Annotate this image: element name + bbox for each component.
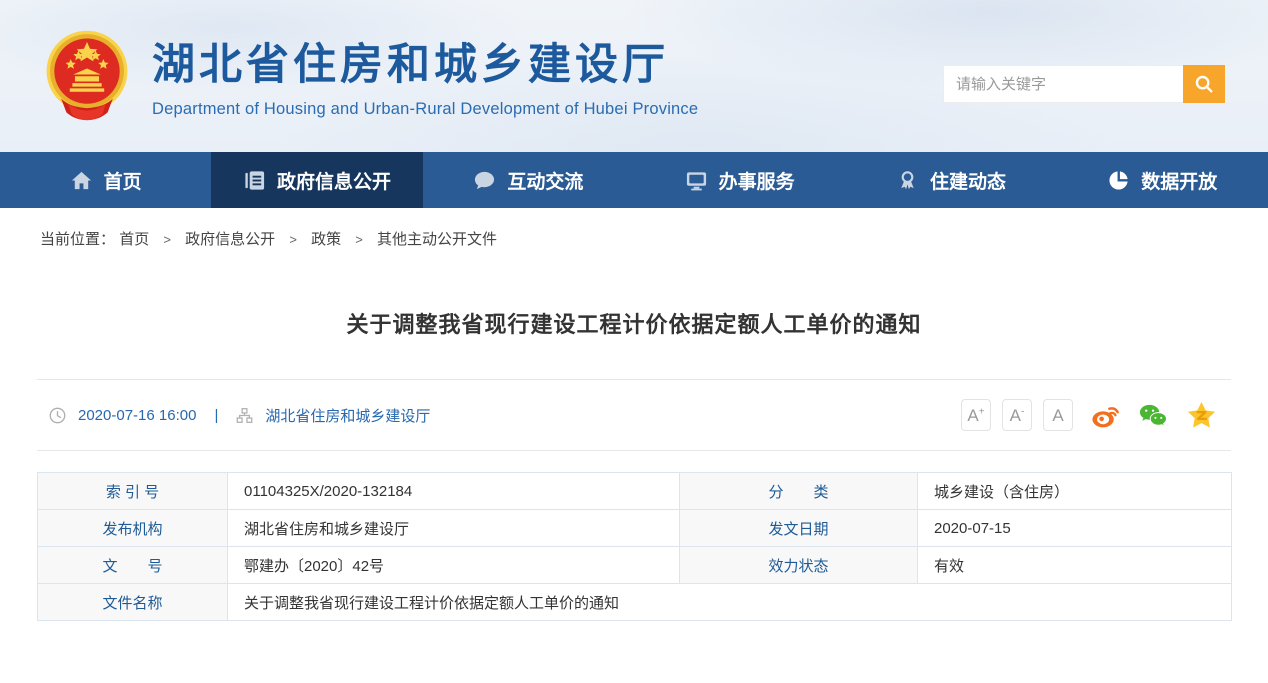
- search-icon: [1193, 73, 1215, 95]
- home-icon: [70, 169, 93, 192]
- nav-item-label: 数据开放: [1141, 167, 1217, 194]
- font-smaller-button[interactable]: A-: [1002, 399, 1032, 431]
- organization-icon: [236, 407, 253, 424]
- nav-item-label: 政府信息公开: [277, 167, 391, 194]
- info-label: 分 类: [680, 473, 918, 510]
- nav-item-services[interactable]: 办事服务: [634, 152, 845, 208]
- breadcrumb-separator: >: [355, 232, 363, 247]
- nav-item-interaction[interactable]: 互动交流: [423, 152, 634, 208]
- article-title: 关于调整我省现行建设工程计价依据定额人工单价的通知: [37, 307, 1231, 339]
- breadcrumb-separator: >: [289, 232, 297, 247]
- info-value: 关于调整我省现行建设工程计价依据定额人工单价的通知: [228, 584, 1232, 621]
- nav-item-label: 互动交流: [507, 167, 583, 194]
- table-row: 索 引 号 01104325X/2020-132184 分 类 城乡建设（含住房…: [38, 473, 1232, 510]
- document-icon: [243, 169, 266, 192]
- breadcrumb-separator: >: [163, 232, 171, 247]
- font-reset-button[interactable]: A: [1043, 399, 1073, 431]
- breadcrumb-link-current[interactable]: 其他主动公开文件: [377, 231, 497, 248]
- nav-item-label: 住建动态: [930, 167, 1006, 194]
- nav-item-open-data[interactable]: 数据开放: [1057, 152, 1268, 208]
- breadcrumb: 当前位置： 首页 > 政府信息公开 > 政策 > 其他主动公开文件: [0, 208, 1268, 249]
- info-label: 索 引 号: [38, 473, 228, 510]
- info-label: 发文日期: [680, 510, 918, 547]
- breadcrumb-link-info-disclosure[interactable]: 政府信息公开: [185, 231, 275, 248]
- info-value: 01104325X/2020-132184: [228, 473, 680, 510]
- breadcrumb-link-policy[interactable]: 政策: [311, 231, 341, 248]
- main-nav: 首页 政府信息公开 互动交流 办事服务 住建动态: [0, 152, 1268, 208]
- info-label: 文 号: [38, 547, 228, 584]
- info-value: 城乡建设（含住房）: [918, 473, 1232, 510]
- article-content: 关于调整我省现行建设工程计价依据定额人工单价的通知 2020-07-16 16:…: [37, 307, 1231, 621]
- table-row: 文件名称 关于调整我省现行建设工程计价依据定额人工单价的通知: [38, 584, 1232, 621]
- info-label: 文件名称: [38, 584, 228, 621]
- article-tools: A+ A- A: [961, 399, 1231, 431]
- chat-bubble-icon: [473, 169, 496, 192]
- info-value: 湖北省住房和城乡建设厅: [228, 510, 680, 547]
- article-meta: 2020-07-16 16:00 | 湖北省住房和城乡建设厅: [37, 405, 430, 426]
- site-title: 湖北省住房和城乡建设厅: [152, 30, 698, 92]
- document-info-table: 索 引 号 01104325X/2020-132184 分 类 城乡建设（含住房…: [37, 472, 1232, 621]
- nav-item-label: 首页: [104, 167, 142, 194]
- table-row: 文 号 鄂建办〔2020〕42号 效力状态 有效: [38, 547, 1232, 584]
- monitor-icon: [685, 169, 708, 192]
- table-row: 发布机构 湖北省住房和城乡建设厅 发文日期 2020-07-15: [38, 510, 1232, 547]
- info-label: 效力状态: [680, 547, 918, 584]
- nav-item-info-disclosure[interactable]: 政府信息公开: [211, 152, 422, 208]
- info-label: 发布机构: [38, 510, 228, 547]
- site-header: 湖北省住房和城乡建设厅 Department of Housing and Ur…: [0, 0, 1268, 152]
- search-input[interactable]: [943, 65, 1183, 103]
- info-value: 2020-07-15: [918, 510, 1232, 547]
- wechat-share-icon[interactable]: [1138, 400, 1169, 431]
- nav-item-label: 办事服务: [719, 167, 795, 194]
- national-emblem-logo: [44, 26, 130, 130]
- qzone-share-icon[interactable]: [1186, 400, 1217, 431]
- article-source: 湖北省住房和城乡建设厅: [265, 405, 430, 426]
- publish-time: 2020-07-16 16:00: [78, 407, 196, 424]
- breadcrumb-link-home[interactable]: 首页: [119, 231, 149, 248]
- meta-separator: |: [214, 407, 218, 424]
- medal-icon: [896, 169, 919, 192]
- info-value: 鄂建办〔2020〕42号: [228, 547, 680, 584]
- article-meta-row: 2020-07-16 16:00 | 湖北省住房和城乡建设厅 A+ A- A: [37, 380, 1231, 451]
- font-larger-button[interactable]: A+: [961, 399, 991, 431]
- weibo-share-icon[interactable]: [1090, 400, 1121, 431]
- search-button[interactable]: [1183, 65, 1225, 103]
- breadcrumb-prefix: 当前位置：: [40, 231, 115, 248]
- info-value: 有效: [918, 547, 1232, 584]
- clock-icon: [49, 407, 66, 424]
- nav-item-home[interactable]: 首页: [0, 152, 211, 208]
- site-search: [943, 65, 1225, 103]
- site-subtitle: Department of Housing and Urban-Rural De…: [152, 100, 698, 119]
- nav-item-news[interactable]: 住建动态: [845, 152, 1056, 208]
- brand-block: 湖北省住房和城乡建设厅 Department of Housing and Ur…: [152, 30, 698, 119]
- pie-chart-icon: [1107, 169, 1130, 192]
